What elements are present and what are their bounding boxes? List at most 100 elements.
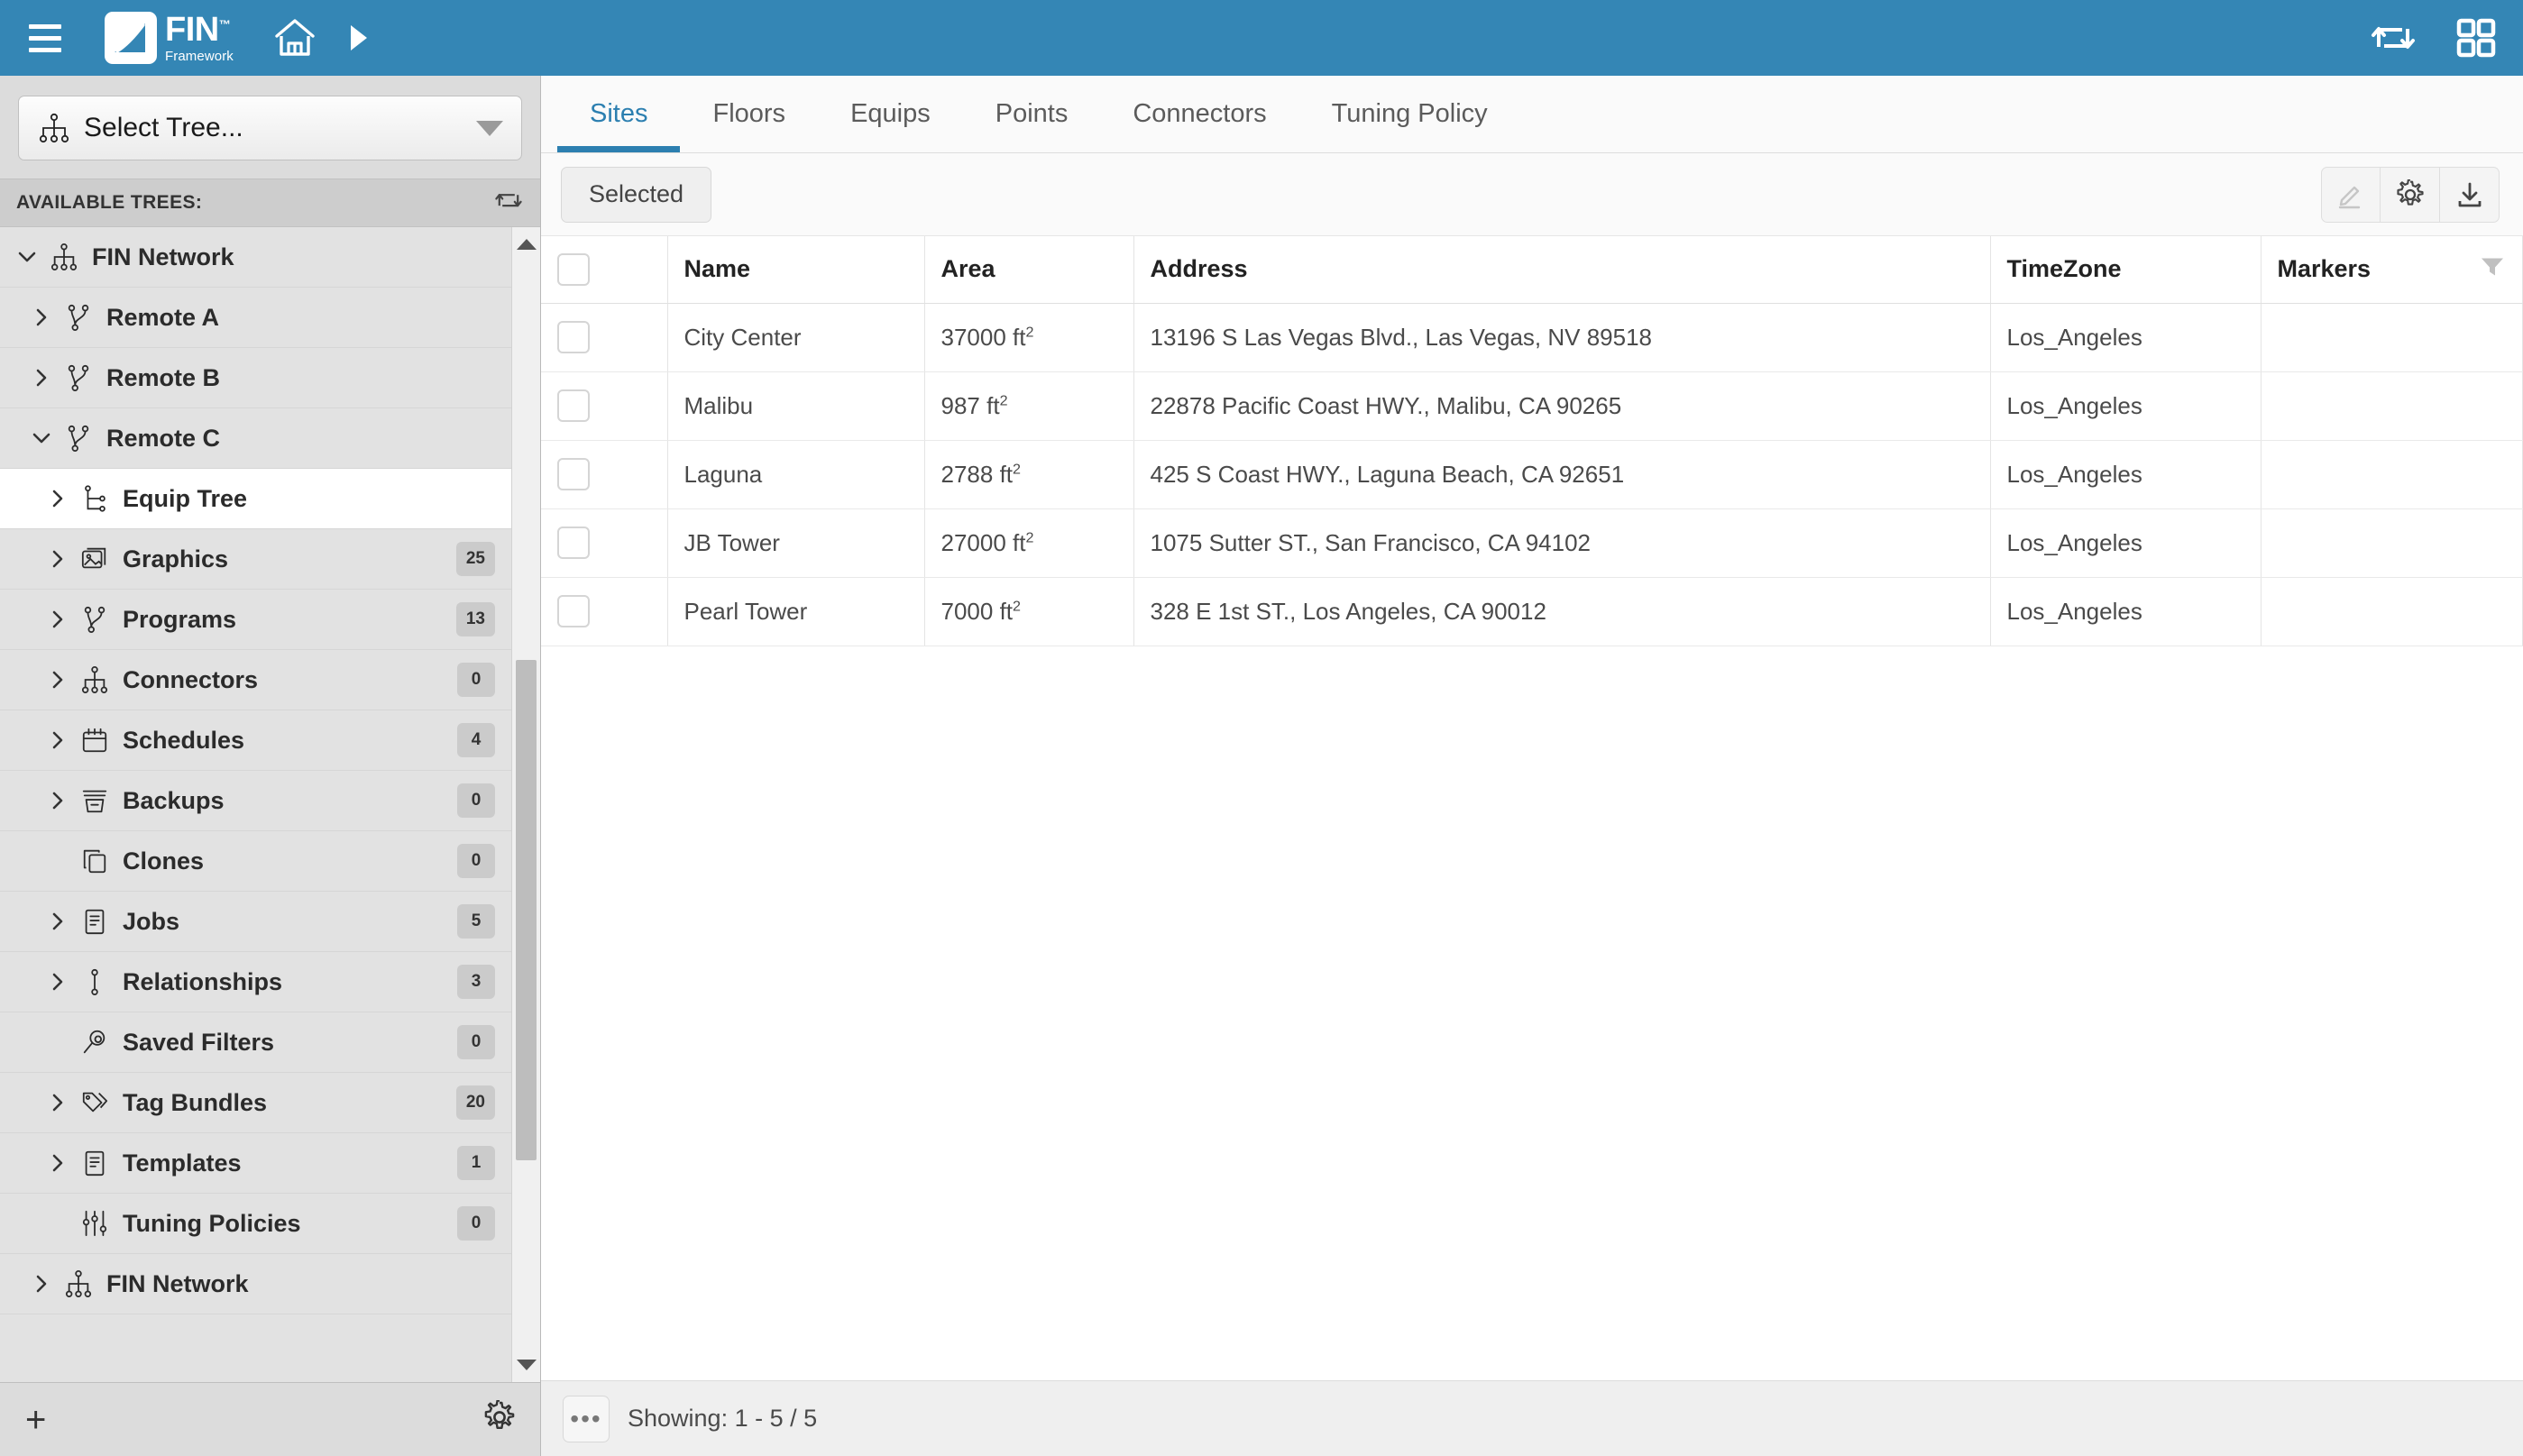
cell-name: JB Tower [667,508,925,578]
tree-item-label: FIN Network [92,243,234,270]
column-header-address[interactable]: Address [1133,236,1991,304]
column-header-name[interactable]: Name [667,236,925,304]
tree-item-backups[interactable]: Backups 0 [0,771,511,831]
chevron-down-icon[interactable] [9,246,45,268]
scroll-up-arrow-icon[interactable] [512,231,540,258]
add-tree-button[interactable]: + [25,1402,46,1438]
tree-item-schedules[interactable]: Schedules 4 [0,710,511,771]
tree-item-count-badge: 3 [457,965,495,999]
tree-item-label: Connectors [123,665,259,693]
status-footer: ••• Showing: 1 - 5 / 5 [541,1380,2523,1456]
hamburger-menu-icon[interactable] [20,13,70,63]
chevron-down-icon[interactable] [23,427,60,449]
tab-tuning-policy[interactable]: Tuning Policy [1299,76,1520,152]
sync-transfer-icon[interactable] [2370,18,2417,58]
tags-icon [76,1088,114,1117]
cell-markers [2261,508,2523,578]
tree-item-jobs[interactable]: Jobs 5 [0,892,511,952]
gear-icon[interactable] [482,1399,517,1439]
chevron-right-icon[interactable] [40,970,76,994]
tree-item-clones[interactable]: Clones 0 [0,831,511,892]
chevron-right-icon[interactable] [40,608,76,631]
table-row[interactable]: Laguna 2788 ft2 425 S Coast HWY., Laguna B… [541,440,2523,509]
chevron-right-icon[interactable] [23,366,60,389]
download-button[interactable] [2440,166,2500,223]
tree-item-saved-filters[interactable]: Saved Filters 0 [0,1012,511,1073]
chevron-right-icon[interactable] [40,1091,76,1114]
home-icon[interactable] [270,13,320,63]
scrollbar-thumb[interactable] [516,660,537,1160]
sidebar-footer: + [0,1382,540,1456]
branch-icon [76,605,114,634]
column-header-area[interactable]: Area [924,236,1134,304]
chevron-right-icon[interactable] [23,306,60,329]
filter-funnel-icon[interactable] [2479,252,2506,286]
tree-item-tuning-policies[interactable]: Tuning Policies 0 [0,1194,511,1254]
chevron-right-icon[interactable] [23,1272,60,1296]
tree-item-fin-network[interactable]: FIN Network [0,227,511,288]
tree-item-remote-c[interactable]: Remote C [0,408,511,469]
row-checkbox[interactable] [557,458,590,490]
cell-area-value: 987 ft [940,391,1000,419]
chevron-right-icon[interactable] [40,910,76,933]
topbar-right-group [2370,0,2496,76]
grid-apps-icon[interactable] [2456,18,2496,58]
cell-markers [2261,303,2523,372]
row-checkbox[interactable] [557,389,590,422]
calendar-icon [76,726,114,755]
tab-points[interactable]: Points [963,76,1101,152]
row-checkbox[interactable] [557,321,590,353]
tree-item-templates[interactable]: Templates 1 [0,1133,511,1194]
cell-address: 1075 Sutter ST., San Francisco, CA 94102 [1133,508,1991,578]
tree-item-tag-bundles[interactable]: Tag Bundles 20 [0,1073,511,1133]
table-row[interactable]: Malibu 987 ft2 22878 Pacific Coast HWY., M… [541,371,2523,441]
chevron-right-icon[interactable] [40,668,76,691]
table-row[interactable]: JB Tower 27000 ft2 1075 Sutter ST., San Fr… [541,508,2523,578]
chevron-right-icon[interactable] [40,487,76,510]
tab-equips[interactable]: Equips [818,76,963,152]
column-header-timezone[interactable]: TimeZone [1990,236,2262,304]
tree-item-programs[interactable]: Programs 13 [0,590,511,650]
chevron-right-icon[interactable] [40,547,76,571]
search-icon [76,1028,114,1057]
chevron-right-icon[interactable] [40,789,76,812]
tree-item-graphics[interactable]: Graphics 25 [0,529,511,590]
tree-item-remote-b[interactable]: Remote B [0,348,511,408]
table-row[interactable]: Pearl Tower 7000 ft2 328 E 1st ST., Los An… [541,577,2523,646]
tab-connectors[interactable]: Connectors [1100,76,1298,152]
selected-button[interactable]: Selected [561,166,712,223]
chevron-right-icon[interactable] [40,728,76,752]
table-head: Name Area Address TimeZone Markers [541,236,2523,304]
table-row[interactable]: City Center 37000 ft2 13196 S Las Vegas Bl… [541,303,2523,372]
select-tree-dropdown[interactable]: Select Tree... [18,96,522,160]
tree-item-equip-tree[interactable]: Equip Tree [0,469,511,529]
tree-item-label: Saved Filters [123,1028,275,1056]
tree-item-fin-network[interactable]: FIN Network [0,1254,511,1314]
sidebar-scrollbar[interactable] [511,227,540,1382]
edit-button[interactable] [2321,166,2381,223]
forward-play-arrow-icon[interactable] [340,17,376,59]
tree-item-connectors[interactable]: Connectors 0 [0,650,511,710]
chevron-right-icon[interactable] [40,1151,76,1175]
sync-transfer-icon[interactable] [493,188,524,219]
settings-button[interactable] [2381,166,2440,223]
scroll-down-arrow-icon[interactable] [512,1351,540,1378]
fin-framework-logo[interactable]: FIN™ Framework [105,12,234,64]
row-checkbox[interactable] [557,595,590,627]
tree-item-relationships[interactable]: Relationships 3 [0,952,511,1012]
tab-label: Sites [590,99,648,128]
row-checkbox[interactable] [557,527,590,559]
tab-floors[interactable]: Floors [680,76,818,152]
copy-icon [76,847,114,875]
logo-trademark: ™ [218,17,231,32]
column-header-markers[interactable]: Markers [2261,236,2523,304]
cell-name: City Center [667,303,925,372]
tab-sites[interactable]: Sites [557,76,681,152]
select-all-checkbox[interactable] [557,252,590,286]
chevron-down-icon[interactable] [476,120,503,136]
tree-item-remote-a[interactable]: Remote A [0,288,511,348]
more-options-button[interactable]: ••• [563,1395,610,1442]
tree-item-label: Templates [123,1149,242,1177]
document-icon [76,907,114,936]
cell-area-value: 37000 ft [940,323,1026,351]
